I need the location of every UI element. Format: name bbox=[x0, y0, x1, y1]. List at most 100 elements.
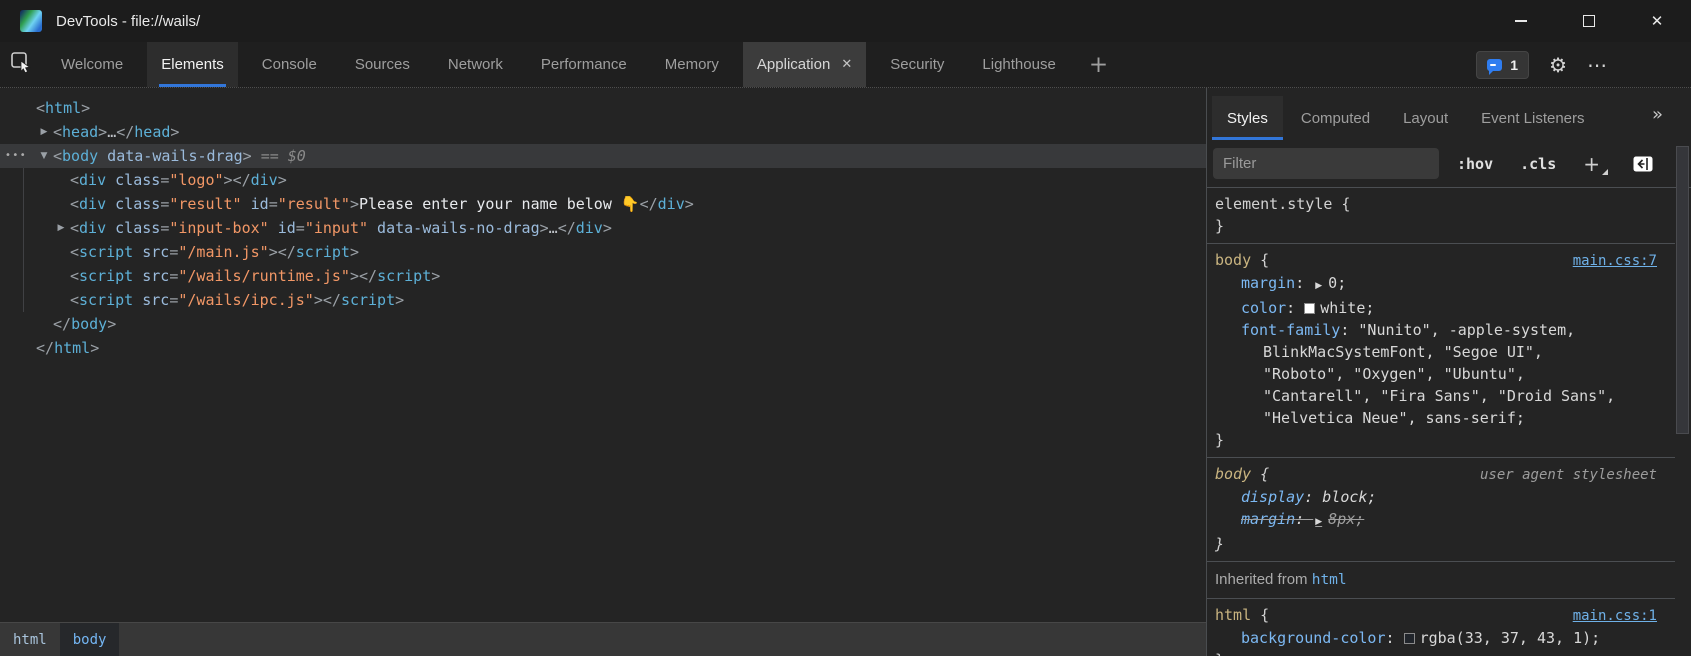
issues-counter-button[interactable]: 1 bbox=[1476, 51, 1529, 79]
rule-selector[interactable]: element.style bbox=[1215, 193, 1332, 215]
tab-lighthouse[interactable]: Lighthouse bbox=[968, 42, 1069, 87]
css-property[interactable]: margin: ▶0; bbox=[1215, 272, 1667, 297]
dom-node-row[interactable]: ▶<head>…</head> bbox=[0, 120, 1206, 144]
inherited-from-bar: Inherited from html bbox=[1207, 562, 1675, 599]
maximize-button[interactable] bbox=[1555, 0, 1623, 42]
tab-memory[interactable]: Memory bbox=[651, 42, 733, 87]
dom-node-row[interactable]: ▶<div class="input-box" id="input" data-… bbox=[0, 216, 1206, 240]
selected-node-hint: == $0 bbox=[261, 147, 306, 165]
expand-arrow-icon[interactable]: ▶ bbox=[54, 216, 68, 240]
rule-selector[interactable]: html bbox=[1215, 604, 1251, 626]
tab-security[interactable]: Security bbox=[876, 42, 958, 87]
tab-label: Network bbox=[448, 56, 503, 73]
code-token: > bbox=[350, 195, 359, 213]
property-value: 0; bbox=[1328, 274, 1346, 292]
overflow-tabs-icon[interactable]: » bbox=[1652, 104, 1663, 125]
code-token: div bbox=[79, 195, 106, 213]
tab-label: Lighthouse bbox=[982, 56, 1055, 73]
code-token: </ bbox=[323, 291, 341, 309]
styles-scrollbar[interactable] bbox=[1675, 142, 1691, 656]
code-token: … bbox=[107, 123, 116, 141]
inspect-element-button[interactable] bbox=[0, 42, 42, 87]
toggle-computed-sidebar-button[interactable] bbox=[1633, 156, 1653, 172]
add-tab-button[interactable]: + bbox=[1075, 42, 1122, 87]
expand-shorthand-icon[interactable]: ▶ bbox=[1315, 281, 1322, 291]
dom-node-row[interactable]: <div class="result" id="result">Please e… bbox=[0, 192, 1206, 216]
more-options-icon[interactable]: ⋯ bbox=[1587, 55, 1607, 75]
color-swatch[interactable] bbox=[1304, 303, 1315, 314]
window-controls: ✕ bbox=[1487, 0, 1691, 42]
code-token: "/wails/ipc.js" bbox=[178, 291, 313, 309]
code-token: head bbox=[134, 123, 170, 141]
dom-node-row[interactable]: •••▼<body data-wails-drag>== $0 bbox=[0, 144, 1206, 168]
dom-node-row[interactable]: </body> bbox=[0, 312, 1206, 336]
styles-tab-layout[interactable]: Layout bbox=[1388, 96, 1463, 140]
expand-arrow-icon[interactable]: ▶ bbox=[37, 120, 51, 144]
property-colon: : bbox=[1295, 510, 1313, 528]
inherited-label: Inherited from bbox=[1215, 571, 1312, 588]
breadcrumb-item-body[interactable]: body bbox=[60, 623, 120, 656]
stylesheet-link[interactable]: main.css:7 bbox=[1573, 250, 1667, 272]
dom-node-row[interactable]: </html> bbox=[0, 336, 1206, 360]
stylesheet-link[interactable]: main.css:1 bbox=[1573, 605, 1667, 627]
code-token: div bbox=[658, 195, 685, 213]
dom-node-row[interactable]: <html> bbox=[0, 96, 1206, 120]
code-token: = bbox=[296, 219, 305, 237]
property-colon: : bbox=[1304, 488, 1322, 506]
styles-tab-styles[interactable]: Styles bbox=[1212, 96, 1283, 140]
expand-shorthand-icon[interactable]: ▶ bbox=[1315, 517, 1322, 527]
dom-node-row[interactable]: <script src="/wails/runtime.js"></script… bbox=[0, 264, 1206, 288]
code-token: class bbox=[106, 195, 160, 213]
toggle--hov-button[interactable]: :hov bbox=[1457, 155, 1493, 173]
code-token: > bbox=[90, 339, 99, 357]
dom-node-row[interactable]: <script src="/wails/ipc.js"></script> bbox=[0, 288, 1206, 312]
css-property[interactable]: font-family: "Nunito", -apple-system, bbox=[1215, 319, 1667, 341]
breadcrumb-item-html[interactable]: html bbox=[0, 623, 60, 656]
dom-node-row[interactable]: <div class="logo"></div> bbox=[0, 168, 1206, 192]
tab-console[interactable]: Console bbox=[248, 42, 331, 87]
tab-application[interactable]: Application✕ bbox=[743, 42, 866, 87]
styles-tab-computed[interactable]: Computed bbox=[1286, 96, 1385, 140]
scrollbar-thumb[interactable] bbox=[1676, 146, 1689, 434]
styles-filter-input[interactable] bbox=[1213, 148, 1439, 179]
inherited-node-link[interactable]: html bbox=[1312, 572, 1347, 588]
tab-label: Performance bbox=[541, 56, 627, 73]
css-property[interactable]: background-color: rgba(33, 37, 43, 1); bbox=[1215, 627, 1667, 649]
property-value-wrap: "Roboto", "Oxygen", "Ubuntu", bbox=[1215, 363, 1667, 385]
tab-elements[interactable]: Elements bbox=[147, 42, 238, 87]
devtools-app-icon bbox=[20, 10, 42, 32]
expand-arrow-icon[interactable]: ▼ bbox=[37, 144, 51, 168]
code-token: > bbox=[278, 171, 287, 189]
property-colon: : bbox=[1295, 274, 1313, 292]
tab-sources[interactable]: Sources bbox=[341, 42, 424, 87]
close-button[interactable]: ✕ bbox=[1623, 0, 1691, 42]
minimize-button[interactable] bbox=[1487, 0, 1555, 42]
issues-bubble-icon bbox=[1487, 59, 1502, 71]
code-token: "logo" bbox=[169, 171, 223, 189]
settings-gear-icon[interactable]: ⚙ bbox=[1549, 55, 1567, 75]
styles-tab-event-listeners[interactable]: Event Listeners bbox=[1466, 96, 1599, 140]
color-swatch[interactable] bbox=[1404, 633, 1415, 644]
dom-node-row[interactable]: <script src="/main.js"></script> bbox=[0, 240, 1206, 264]
new-style-rule-button[interactable]: + bbox=[1583, 152, 1606, 176]
rule-selector[interactable]: body bbox=[1215, 463, 1251, 485]
css-property[interactable]: color: white; bbox=[1215, 297, 1667, 319]
code-token: = bbox=[269, 195, 278, 213]
css-property[interactable]: display: block; bbox=[1215, 486, 1667, 508]
code-token: < bbox=[70, 219, 79, 237]
dom-tree: <html>▶<head>…</head>•••▼<body data-wail… bbox=[0, 88, 1206, 622]
close-tab-icon[interactable]: ✕ bbox=[841, 57, 852, 72]
tab-welcome[interactable]: Welcome bbox=[47, 42, 137, 87]
inspect-cursor-icon bbox=[10, 51, 32, 78]
rule-selector[interactable]: body bbox=[1215, 249, 1251, 271]
code-token: > bbox=[431, 267, 440, 285]
tab-performance[interactable]: Performance bbox=[527, 42, 641, 87]
code-token: < bbox=[70, 171, 79, 189]
tab-network[interactable]: Network bbox=[434, 42, 517, 87]
stylesheet-origin-note: user agent stylesheet bbox=[1480, 464, 1667, 486]
code-token: </ bbox=[233, 171, 251, 189]
css-property[interactable]: margin: ▶8px; bbox=[1215, 508, 1667, 533]
code-token: src bbox=[133, 291, 169, 309]
toggle--cls-button[interactable]: .cls bbox=[1520, 155, 1556, 173]
code-token: … bbox=[549, 219, 558, 237]
